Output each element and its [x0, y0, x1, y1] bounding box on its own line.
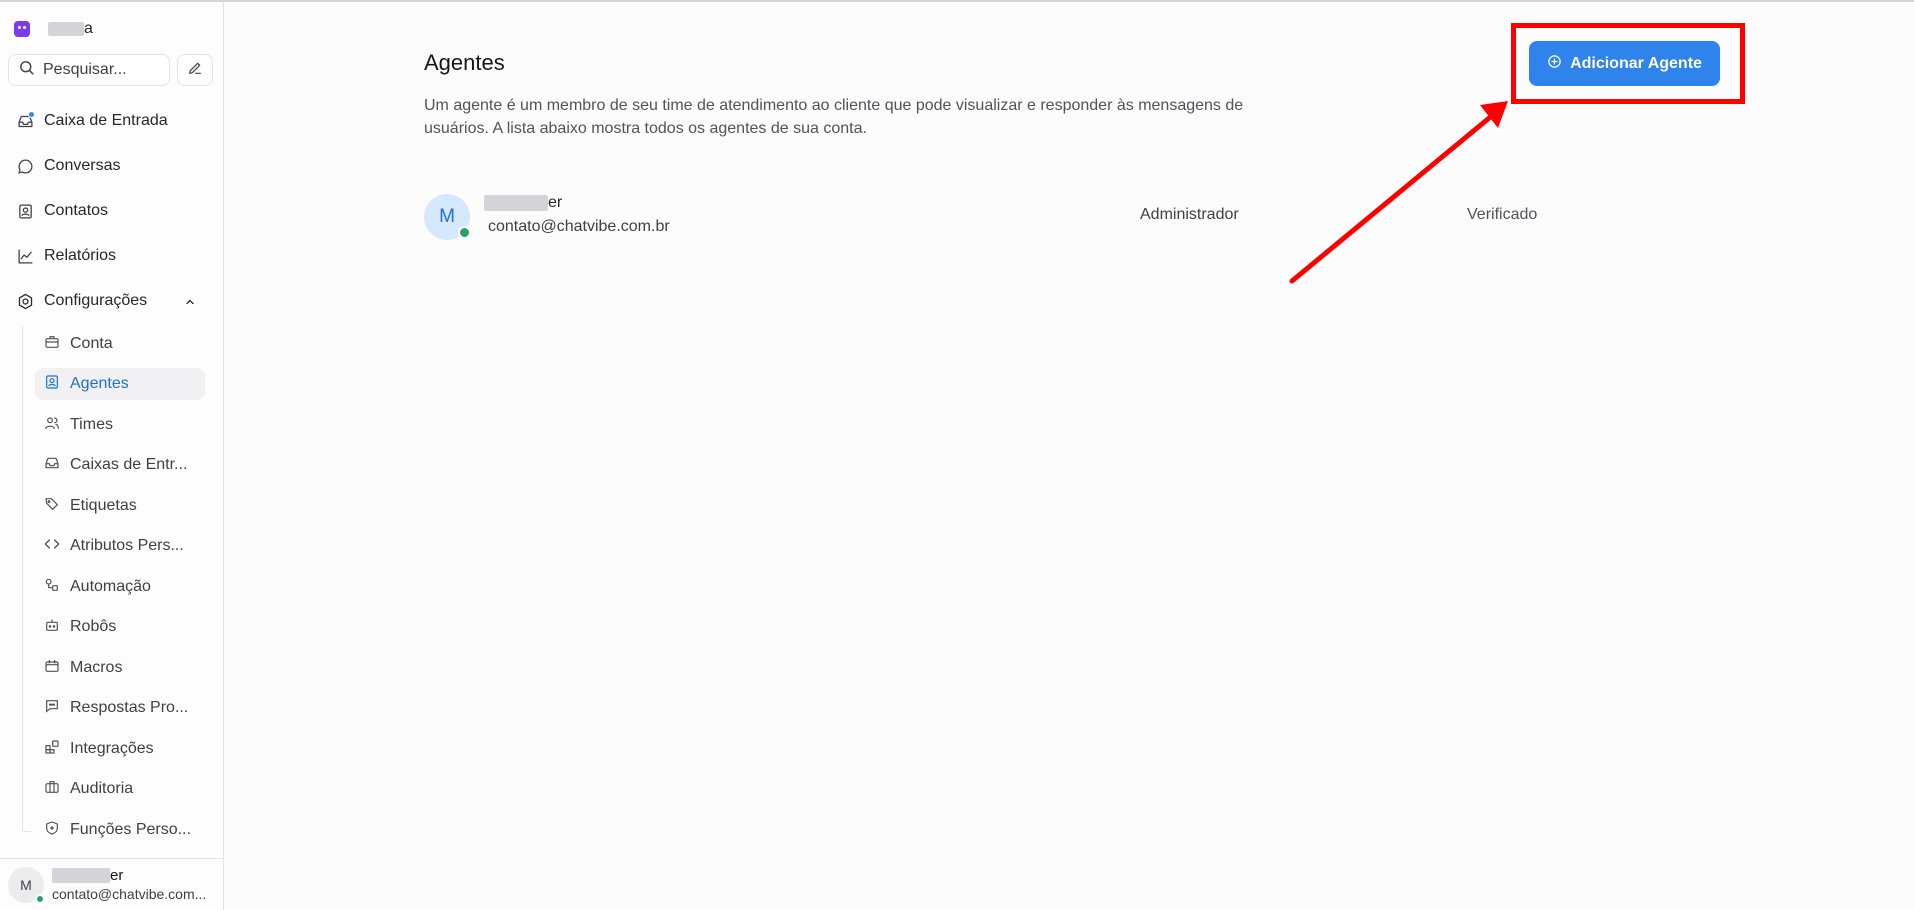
user-email: contato@chatvibe.com... [52, 885, 207, 902]
contact-card-icon [16, 202, 34, 220]
brand[interactable]: a [14, 18, 93, 40]
audit-briefcase-icon [44, 779, 60, 800]
agent-name: er [484, 194, 562, 212]
avatar: M [8, 866, 45, 904]
inbox-icon [16, 111, 35, 130]
team-icon [44, 415, 60, 436]
avatar-initial: M [20, 876, 32, 893]
page-title: Agentes [424, 50, 505, 75]
nav-item-label: Contatos [44, 202, 109, 219]
canned-response-icon [44, 698, 60, 719]
settings-item-label: Respostas Pro... [70, 699, 189, 716]
settings-item-custom-roles[interactable]: Funções Perso... [35, 814, 205, 846]
add-agent-label: Adicionar Agente [1570, 54, 1702, 72]
bot-icon [44, 617, 60, 638]
settings-item-label: Macros [70, 659, 123, 676]
settings-item-label: Etiquetas [70, 497, 137, 514]
settings-item-account[interactable]: Conta [35, 328, 205, 360]
account-name: a [48, 20, 93, 38]
settings-item-bots[interactable]: Robôs [35, 611, 205, 643]
settings-item-label: Caixas de Entr... [70, 456, 188, 473]
settings-item-label: Integrações [70, 740, 154, 757]
macro-icon [44, 658, 60, 679]
code-icon [44, 536, 60, 557]
page-description: Um agente é um membro de seu time de ate… [424, 97, 1244, 137]
add-agent-button[interactable]: Adicionar Agente [1529, 41, 1720, 86]
settings-icon [16, 292, 34, 310]
agent-avatar: M [424, 194, 471, 240]
agent-role: Administrador [1140, 206, 1239, 223]
settings-item-label: Agentes [70, 375, 129, 392]
settings-item-label: Automação [70, 578, 151, 595]
chevron-up-icon[interactable] [184, 295, 196, 313]
settings-item-label: Atributos Pers... [70, 537, 184, 554]
agent-email: contato@chatvibe.com.br [488, 218, 670, 235]
nav-item-label: Caixa de Entrada [44, 112, 168, 129]
compose-button[interactable] [177, 54, 213, 86]
agent-verification-status: Verificado [1467, 206, 1538, 223]
briefcase-icon [44, 334, 60, 355]
settings-item-label: Robôs [70, 618, 117, 635]
nav-item-inbox[interactable]: Caixa de Entrada [16, 106, 212, 136]
tags-icon [44, 496, 60, 517]
settings-item-labels[interactable]: Etiquetas [35, 490, 205, 522]
sidebar: a Caixa de Entrada Convers [0, 2, 224, 910]
shield-icon [44, 820, 60, 841]
automation-icon [44, 577, 60, 598]
agent-badge-icon [44, 374, 60, 395]
nav-item-settings[interactable]: Configurações [16, 286, 212, 316]
settings-item-inboxes[interactable]: Caixas de Entr... [35, 449, 205, 481]
user-info: er contato@chatvibe.com... [52, 867, 206, 903]
search-row [8, 54, 213, 86]
agent-avatar-initial: M [439, 206, 455, 227]
redacted-block [484, 195, 548, 211]
settings-item-label: Conta [70, 335, 113, 352]
nav-item-label: Configurações [44, 292, 148, 309]
current-user-card[interactable]: M er contato@chatvibe.com... [0, 858, 224, 910]
settings-item-label: Auditoria [70, 780, 134, 797]
nav-item-label: Conversas [44, 157, 121, 174]
unread-dot [28, 111, 35, 118]
settings-item-teams[interactable]: Times [35, 409, 205, 441]
settings-tree-line [22, 326, 31, 832]
nav-item-conversations[interactable]: Conversas [16, 151, 212, 181]
inbox-icon [44, 455, 60, 476]
agent-name-suffix: er [548, 194, 563, 211]
chat-bubble-icon [16, 157, 34, 175]
pencil-icon [187, 60, 203, 81]
agent-row: M er contato@chatvibe.com.br Administrad… [424, 192, 1544, 242]
search-icon [18, 59, 35, 81]
redacted-block [52, 868, 110, 883]
settings-item-integrations[interactable]: Integrações [35, 733, 205, 765]
account-name-suffix: a [84, 20, 93, 37]
settings-item-automation[interactable]: Automação [35, 571, 205, 603]
settings-item-agents[interactable]: Agentes [35, 368, 205, 400]
settings-item-audit[interactable]: Auditoria [35, 773, 205, 805]
online-status-dot [35, 893, 45, 904]
settings-item-macros[interactable]: Macros [35, 652, 205, 684]
plus-circle-icon [1547, 54, 1562, 74]
redacted-block [48, 22, 84, 36]
nav-item-label: Relatórios [44, 247, 117, 264]
integrations-icon [44, 739, 60, 760]
user-name-suffix: er [110, 866, 124, 884]
settings-item-canned-responses[interactable]: Respostas Pro... [35, 692, 205, 724]
settings-item-label: Funções Perso... [70, 821, 191, 838]
user-name: er [52, 867, 206, 885]
nav-item-contacts[interactable]: Contatos [16, 196, 212, 226]
settings-item-label: Times [70, 416, 113, 433]
nav-item-reports[interactable]: Relatórios [16, 241, 212, 271]
search-box[interactable] [8, 54, 170, 86]
line-chart-icon [16, 247, 34, 265]
search-input[interactable] [43, 61, 163, 79]
chatbot-logo-icon [14, 21, 30, 37]
online-status-dot [458, 226, 471, 239]
settings-item-custom-attributes[interactable]: Atributos Pers... [35, 530, 205, 562]
